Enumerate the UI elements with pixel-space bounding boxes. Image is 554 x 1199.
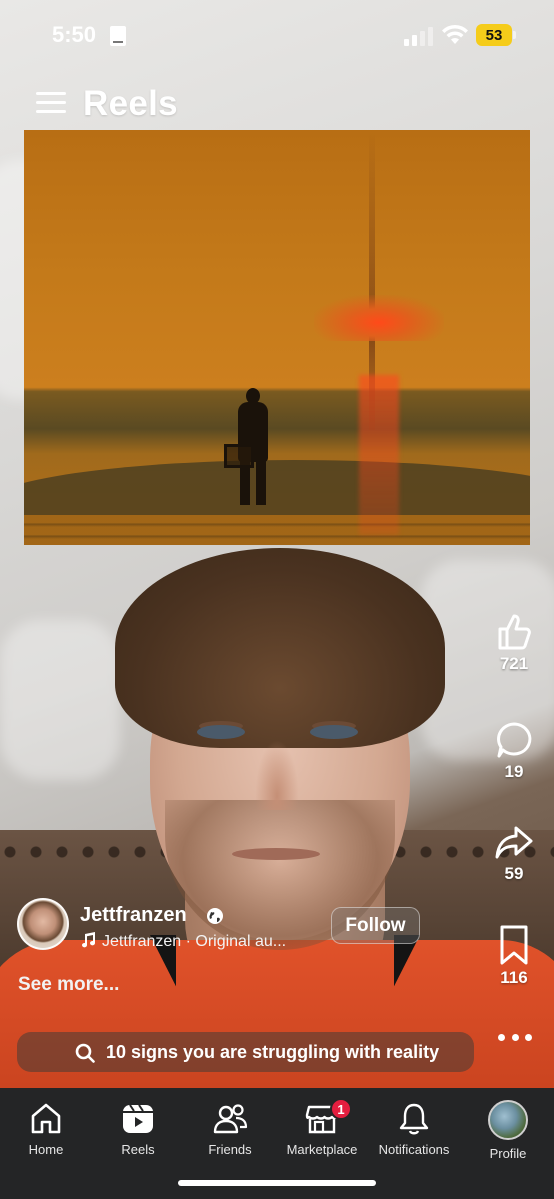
- thumbs-up-icon: [498, 614, 531, 650]
- person-nose: [255, 740, 299, 810]
- home-indicator: [178, 1180, 376, 1186]
- nav-friends-label: Friends: [208, 1142, 252, 1157]
- comment-count: 19: [504, 762, 524, 781]
- cellular-signal-icon: [404, 26, 434, 46]
- share-count: 59: [504, 864, 524, 883]
- audio-label: Jettfranzen · Original au...: [102, 933, 287, 950]
- nav-notifications[interactable]: Notifications: [368, 1088, 460, 1178]
- status-time: 5:50: [52, 22, 97, 47]
- bookmark-icon: [500, 925, 528, 965]
- share-button[interactable]: 59: [484, 822, 544, 884]
- person-eye: [197, 725, 245, 739]
- book-icon: [110, 26, 126, 46]
- nav-home[interactable]: Home: [0, 1088, 92, 1178]
- silhouette-figure: [224, 388, 284, 518]
- nav-profile-label: Profile: [489, 1146, 527, 1161]
- audio-track[interactable]: Jettfranzen · Original au...: [80, 932, 286, 951]
- menu-icon[interactable]: [36, 90, 66, 116]
- save-button[interactable]: 116: [484, 924, 544, 988]
- nav-reels-label: Reels: [121, 1142, 155, 1157]
- follow-button[interactable]: Follow: [331, 907, 420, 944]
- author-name[interactable]: Jettfranzen: [80, 904, 187, 927]
- related-search-text: 10 signs you are struggling with reality: [106, 1042, 440, 1062]
- explosion-burst: [314, 295, 444, 341]
- person-hair: [115, 548, 445, 748]
- status-bar: 5:50 53: [0, 0, 554, 72]
- overlay-image-explosion-sunset: [24, 130, 530, 545]
- nav-marketplace-label: Marketplace: [286, 1142, 358, 1157]
- nav-notifications-label: Notifications: [378, 1142, 450, 1157]
- explosion-reflection: [359, 375, 399, 535]
- marketplace-badge: 1: [330, 1098, 352, 1120]
- nav-friends[interactable]: Friends: [184, 1088, 276, 1178]
- battery-icon: 53: [476, 24, 516, 46]
- nav-home-label: Home: [28, 1142, 64, 1157]
- profile-avatar: [488, 1100, 528, 1140]
- related-search-pill[interactable]: 10 signs you are struggling with reality: [17, 1032, 474, 1072]
- nav-marketplace[interactable]: 1 Marketplace: [276, 1088, 368, 1178]
- wifi-icon: [442, 24, 468, 44]
- music-note-icon: [82, 932, 96, 948]
- comment-button[interactable]: 19: [484, 720, 544, 782]
- water-surface: [24, 515, 530, 545]
- see-more-link[interactable]: See more...: [18, 974, 119, 996]
- search-icon: [75, 1043, 95, 1063]
- page-title: Reels: [83, 84, 178, 123]
- nav-reels[interactable]: Reels: [92, 1088, 184, 1178]
- home-icon: [31, 1103, 61, 1134]
- bell-icon: [399, 1103, 429, 1135]
- person-eye: [310, 725, 358, 739]
- author-avatar[interactable]: [17, 898, 69, 950]
- sheet-fold: [0, 620, 120, 780]
- nav-profile[interactable]: Profile: [462, 1088, 554, 1178]
- like-button[interactable]: 721: [484, 612, 544, 674]
- reels-header: Reels: [0, 80, 554, 130]
- like-count: 721: [499, 654, 529, 673]
- reels-icon: [123, 1104, 153, 1133]
- friends-icon: [213, 1104, 248, 1134]
- globe-icon: [207, 908, 223, 924]
- save-count: 116: [500, 968, 528, 987]
- person-mouth: [232, 848, 320, 860]
- battery-level: 53: [476, 24, 512, 46]
- more-options-icon[interactable]: [498, 1034, 532, 1046]
- comment-bubble-icon: [497, 722, 532, 758]
- share-arrow-icon: [495, 826, 533, 859]
